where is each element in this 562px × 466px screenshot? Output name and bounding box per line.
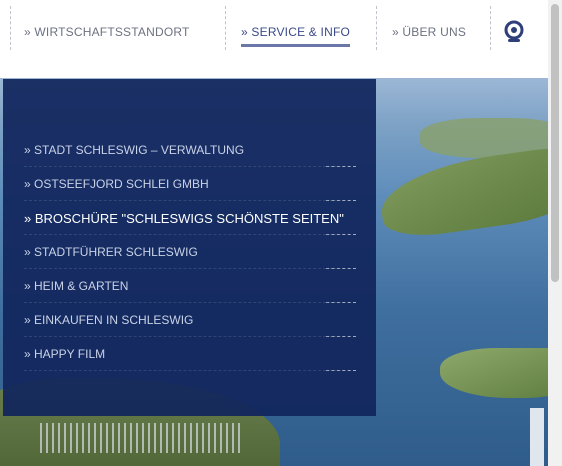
menu-item-happy-film[interactable]: » HAPPY FILM <box>24 337 356 371</box>
nav-divider <box>225 6 226 50</box>
menu-item-label: » OSTSEEFJORD SCHLEI GMBH <box>24 177 209 191</box>
service-info-dropdown: » STADT SCHLESWIG – VERWALTUNG » OSTSEEF… <box>3 79 376 416</box>
photo-shore <box>440 348 548 398</box>
menu-item-broschuere[interactable]: » BROSCHÜRE "SCHLESWIGS SCHÖNSTE SEITEN" <box>24 201 356 235</box>
webcam-icon[interactable] <box>503 20 525 44</box>
nav-item-wirtschaftsstandort[interactable]: » WIRTSCHAFTSSTANDORT <box>24 25 190 39</box>
nav-item-service-info[interactable]: » SERVICE & INFO <box>241 25 351 47</box>
menu-item-label: » HEIM & GARTEN <box>24 279 129 293</box>
menu-divider <box>24 370 356 371</box>
photo-marina <box>40 423 240 453</box>
menu-item-label: » STADT SCHLESWIG – VERWALTUNG <box>24 143 245 157</box>
nav-divider <box>490 6 491 50</box>
menu-item-ostseefjord[interactable]: » OSTSEEFJORD SCHLEI GMBH <box>24 167 356 201</box>
menu-item-stadtfuehrer[interactable]: » STADTFÜHRER SCHLESWIG <box>24 235 356 269</box>
menu-item-stadt-schleswig[interactable]: » STADT SCHLESWIG – VERWALTUNG <box>24 133 356 167</box>
menu-item-einkaufen[interactable]: » EINKAUFEN IN SCHLESWIG <box>24 303 356 337</box>
menu-divider-accent <box>326 370 356 371</box>
nav-divider <box>376 6 377 50</box>
photo-tower <box>530 408 544 466</box>
scrollbar-thumb[interactable] <box>551 4 559 282</box>
menu-item-heim-garten[interactable]: » HEIM & GARTEN <box>24 269 356 303</box>
menu-item-label: » EINKAUFEN IN SCHLESWIG <box>24 313 194 327</box>
nav-item-ueber-uns[interactable]: » ÜBER UNS <box>392 25 466 39</box>
page-scrollbar[interactable] <box>548 0 562 466</box>
nav-divider <box>10 6 11 50</box>
menu-item-label: » BROSCHÜRE "SCHLESWIGS SCHÖNSTE SEITEN" <box>24 211 344 226</box>
menu-item-label: » STADTFÜHRER SCHLESWIG <box>24 245 198 259</box>
photo-shore <box>376 144 548 242</box>
top-navigation: » WIRTSCHAFTSSTANDORT » SERVICE & INFO »… <box>0 0 548 78</box>
menu-item-label: » HAPPY FILM <box>24 347 106 361</box>
